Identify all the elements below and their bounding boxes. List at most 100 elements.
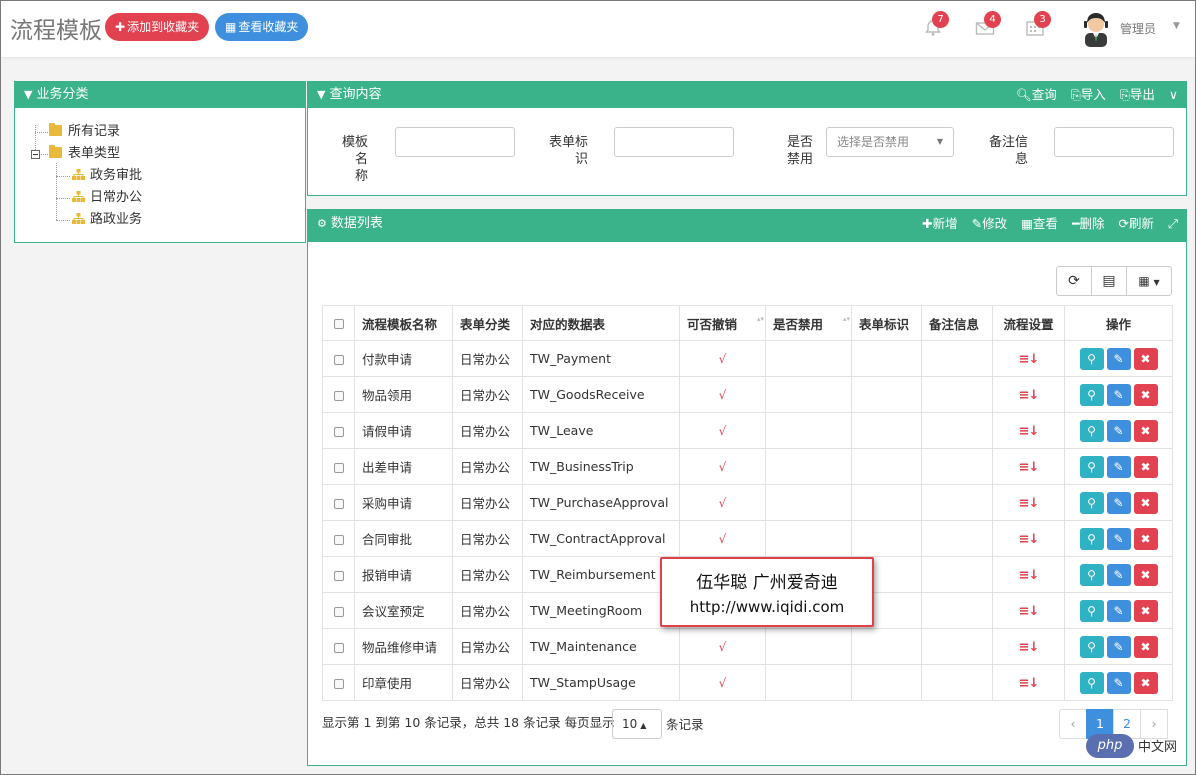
table-row[interactable]: 印章使用 日常办公 TW_StampUsage √ ≡↓ ⚲ ✎ ✖ <box>322 664 1173 701</box>
cell-flow-setting[interactable]: ≡↓ <box>992 556 1065 593</box>
row-view-button[interactable]: ⚲ <box>1079 419 1104 442</box>
view-favorites-button[interactable]: ▦ 查看收藏夹 <box>215 13 309 41</box>
row-edit-button[interactable]: ✎ <box>1106 599 1131 622</box>
row-edit-button[interactable]: ✎ <box>1106 671 1131 694</box>
row-edit-button[interactable]: ✎ <box>1106 383 1131 406</box>
row-edit-button[interactable]: ✎ <box>1106 455 1131 478</box>
row-checkbox-cell[interactable] <box>322 448 355 485</box>
sort-amount-icon[interactable]: ≡↓ <box>1019 388 1040 403</box>
row-checkbox[interactable] <box>333 606 344 617</box>
add-button[interactable]: ✚新增 <box>922 210 958 238</box>
tree-node-gov-approval[interactable]: 政务审批 <box>72 167 142 185</box>
query-button[interactable]: 🔍︎查询 <box>1016 82 1057 108</box>
refresh-button[interactable]: ⟳刷新 <box>1118 210 1154 238</box>
sort-amount-icon[interactable]: ≡↓ <box>1019 352 1040 367</box>
row-delete-button[interactable]: ✖ <box>1133 671 1158 694</box>
row-checkbox-cell[interactable] <box>322 484 355 521</box>
remark-input[interactable] <box>1054 127 1174 157</box>
column-header[interactable]: 可否撤销 <box>679 305 766 341</box>
cell-flow-setting[interactable]: ≡↓ <box>992 376 1065 413</box>
column-header[interactable]: 表单标识 <box>851 305 922 341</box>
collapse-icon[interactable] <box>31 150 40 159</box>
select-all-checkbox[interactable] <box>333 319 344 329</box>
view-button[interactable]: ▦查看 <box>1021 210 1058 238</box>
row-checkbox-cell[interactable] <box>322 556 355 593</box>
table-row[interactable]: 出差申请 日常办公 TW_BusinessTrip √ ≡↓ ⚲ ✎ ✖ <box>322 448 1173 485</box>
tree-node-all-records[interactable]: 所有记录 <box>49 123 120 141</box>
table-refresh-button[interactable]: ⟳ <box>1056 266 1092 296</box>
sort-amount-icon[interactable]: ≡↓ <box>1019 532 1040 547</box>
messages-button[interactable]: 4 <box>974 11 1001 41</box>
cell-flow-setting[interactable]: ≡↓ <box>992 340 1065 377</box>
cell-flow-setting[interactable]: ≡↓ <box>992 628 1065 665</box>
row-edit-button[interactable]: ✎ <box>1106 635 1131 658</box>
sort-amount-icon[interactable]: ≡↓ <box>1019 568 1040 583</box>
column-header[interactable]: 表单分类 <box>452 305 523 341</box>
row-view-button[interactable]: ⚲ <box>1079 599 1104 622</box>
select-all-checkbox-cell[interactable] <box>322 305 355 341</box>
page-size-select[interactable]: 10 ▲ <box>612 709 662 739</box>
sort-amount-icon[interactable]: ≡↓ <box>1019 604 1040 619</box>
table-row[interactable]: 付款申请 日常办公 TW_Payment √ ≡↓ ⚲ ✎ ✖ <box>322 340 1173 377</box>
row-view-button[interactable]: ⚲ <box>1079 383 1104 406</box>
row-checkbox[interactable] <box>333 570 344 581</box>
row-delete-button[interactable]: ✖ <box>1133 347 1158 370</box>
tree-node-road-admin[interactable]: 路政业务 <box>72 211 142 229</box>
row-checkbox[interactable] <box>333 678 344 689</box>
sort-amount-icon[interactable]: ≡↓ <box>1019 424 1040 439</box>
row-checkbox-cell[interactable] <box>322 520 355 557</box>
row-edit-button[interactable]: ✎ <box>1106 347 1131 370</box>
row-delete-button[interactable]: ✖ <box>1133 491 1158 514</box>
cell-flow-setting[interactable]: ≡↓ <box>992 664 1065 701</box>
row-delete-button[interactable]: ✖ <box>1133 635 1158 658</box>
column-header[interactable]: 流程模板名称 <box>354 305 453 341</box>
row-edit-button[interactable]: ✎ <box>1106 491 1131 514</box>
column-header[interactable]: 对应的数据表 <box>522 305 680 341</box>
prev-page-button[interactable]: ‹ <box>1059 709 1087 739</box>
row-checkbox-cell[interactable] <box>322 340 355 377</box>
form-key-input[interactable] <box>614 127 734 157</box>
row-delete-button[interactable]: ✖ <box>1133 455 1158 478</box>
row-checkbox[interactable] <box>333 426 344 437</box>
sort-amount-icon[interactable]: ≡↓ <box>1019 640 1040 655</box>
row-checkbox[interactable] <box>333 534 344 545</box>
row-delete-button[interactable]: ✖ <box>1133 383 1158 406</box>
row-checkbox-cell[interactable] <box>322 628 355 665</box>
table-row[interactable]: 采购申请 日常办公 TW_PurchaseApproval √ ≡↓ ⚲ ✎ ✖ <box>322 484 1173 521</box>
row-checkbox-cell[interactable] <box>322 412 355 449</box>
table-row[interactable]: 请假申请 日常办公 TW_Leave √ ≡↓ ⚲ ✎ ✖ <box>322 412 1173 449</box>
tasks-button[interactable]: 3 <box>1024 11 1051 41</box>
column-header[interactable]: 流程设置 <box>992 305 1065 341</box>
cell-flow-setting[interactable]: ≡↓ <box>992 412 1065 449</box>
table-row[interactable]: 物品维修申请 日常办公 TW_Maintenance √ ≡↓ ⚲ ✎ ✖ <box>322 628 1173 665</box>
row-checkbox[interactable] <box>333 462 344 473</box>
column-header[interactable]: 备注信息 <box>921 305 993 341</box>
edit-button[interactable]: ✎修改 <box>972 210 1008 238</box>
add-favorite-button[interactable]: ✚ 添加到收藏夹 <box>105 13 210 41</box>
tree-node-daily-office[interactable]: 日常办公 <box>72 189 142 207</box>
row-view-button[interactable]: ⚲ <box>1079 455 1104 478</box>
row-view-button[interactable]: ⚲ <box>1079 491 1104 514</box>
columns-button[interactable]: ▦ ▼ <box>1126 266 1172 296</box>
delete-button[interactable]: ━删除 <box>1072 210 1105 238</box>
row-view-button[interactable]: ⚲ <box>1079 635 1104 658</box>
row-view-button[interactable]: ⚲ <box>1079 563 1104 586</box>
toggle-view-button[interactable]: ▤ <box>1091 266 1127 296</box>
row-edit-button[interactable]: ✎ <box>1106 419 1131 442</box>
sort-amount-icon[interactable]: ≡↓ <box>1019 460 1040 475</box>
notifications-button[interactable]: 7 <box>922 11 949 41</box>
row-delete-button[interactable]: ✖ <box>1133 527 1158 550</box>
collapse-panel-button[interactable]: ∨ <box>1169 82 1178 108</box>
row-checkbox[interactable] <box>333 390 344 401</box>
row-checkbox[interactable] <box>333 642 344 653</box>
fullscreen-button[interactable]: ⤢ <box>1168 210 1178 238</box>
row-view-button[interactable]: ⚲ <box>1079 527 1104 550</box>
row-view-button[interactable]: ⚲ <box>1079 347 1104 370</box>
disabled-select[interactable]: 选择是否禁用 ▼ <box>826 127 954 157</box>
export-button[interactable]: ⎘导出 <box>1120 82 1155 108</box>
row-checkbox-cell[interactable] <box>322 664 355 701</box>
cell-flow-setting[interactable]: ≡↓ <box>992 448 1065 485</box>
row-view-button[interactable]: ⚲ <box>1079 671 1104 694</box>
row-delete-button[interactable]: ✖ <box>1133 563 1158 586</box>
row-edit-button[interactable]: ✎ <box>1106 563 1131 586</box>
